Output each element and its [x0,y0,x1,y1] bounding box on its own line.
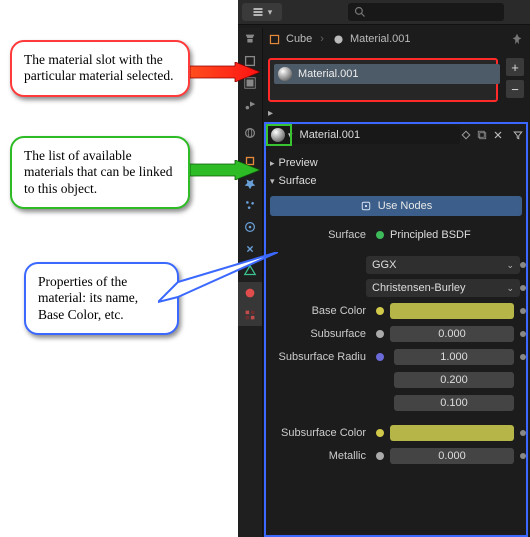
radius-y[interactable]: 0.200 [394,372,514,388]
callout-1: The material slot with the particular ma… [10,40,190,97]
sss-method-dropdown[interactable]: Christensen-Burley⌄ [366,279,520,297]
properties-tabs [238,28,263,537]
socket-icon[interactable] [376,452,384,460]
material-preview-icon [278,67,292,81]
add-slot-button[interactable]: + [506,58,524,76]
tab-texture[interactable] [238,304,262,326]
socket-icon[interactable] [376,353,384,361]
prop-base-color: Base Color [266,300,526,322]
filter-icon[interactable] [510,127,526,143]
nodes-icon [360,200,372,212]
prop-subsurface-radius: Subsurface Radiu 1.000 [266,346,526,368]
chevron-down-icon: ▾ [270,176,275,187]
breadcrumb: Cube › Material.001 [262,28,530,50]
fake-user-icon[interactable] [458,127,474,143]
tab-scene[interactable] [238,94,262,116]
prop-sss-method: Christensen-Burley⌄ [266,277,526,299]
tab-world[interactable] [238,122,262,144]
material-name-field[interactable] [298,128,412,142]
material-slot-list[interactable]: Material.001 [268,58,498,102]
socket-icon[interactable] [376,307,384,315]
remove-slot-button[interactable]: − [506,80,524,98]
callout-3: Properties of the material: its name, Ba… [24,262,179,335]
prop-distribution: GGX⌄ [266,254,526,276]
socket-icon[interactable] [376,429,384,437]
search-input[interactable] [348,3,504,21]
material-slot-row[interactable]: Material.001 [274,64,500,84]
arrow-red [190,62,260,82]
breadcrumb-object[interactable]: Cube [268,33,312,46]
subsurface-value[interactable]: 0.000 [390,326,514,342]
prop-metallic: Metallic 0.000 [266,445,526,467]
options-pulldown[interactable]: ▾ [242,3,282,21]
tab-physics[interactable] [238,216,262,238]
subsurface-color-swatch[interactable] [390,425,514,441]
section-preview[interactable]: ▸Preview [262,154,530,172]
tab-particles[interactable] [238,194,262,216]
annotation-green-box [266,124,292,146]
prop-surface: Surface Principled BSDF [266,224,526,246]
breadcrumb-material[interactable]: Material.001 [332,33,411,46]
chevron-right-icon: ▸ [270,158,275,169]
socket-icon[interactable] [376,231,384,239]
arrow-green [190,160,260,180]
section-surface[interactable]: ▾Surface [262,172,530,190]
base-color-swatch[interactable] [390,303,514,319]
prop-subsurface: Subsurface 0.000 [266,323,526,345]
chevron-down-icon: ⌄ [506,260,514,271]
radius-x[interactable]: 1.000 [394,349,514,365]
distribution-dropdown[interactable]: GGX⌄ [366,256,520,274]
prop-subsurface-color: Subsurface Color [266,422,526,444]
radius-z[interactable]: 0.100 [394,395,514,411]
search-icon [354,6,366,18]
tab-data[interactable] [238,260,262,282]
socket-icon[interactable] [376,330,384,338]
expand-icon[interactable]: ▸ [268,108,273,119]
chevron-down-icon: ⌄ [506,283,514,294]
tab-constraints[interactable] [238,238,262,260]
use-nodes-button[interactable]: Use Nodes [270,196,522,216]
slot-name: Material.001 [298,68,359,80]
tab-material[interactable] [238,282,262,304]
tab-render[interactable] [238,28,262,50]
new-material-icon[interactable] [474,127,490,143]
pin-icon[interactable] [510,32,524,49]
material-datablock[interactable]: ▾ [268,126,460,144]
surface-value[interactable]: Principled BSDF [390,229,471,241]
callout-2: The list of available materials that can… [10,136,190,209]
chevron-down-icon: ▾ [268,7,273,18]
unlink-icon[interactable] [490,127,506,143]
metallic-value[interactable]: 0.000 [390,448,514,464]
